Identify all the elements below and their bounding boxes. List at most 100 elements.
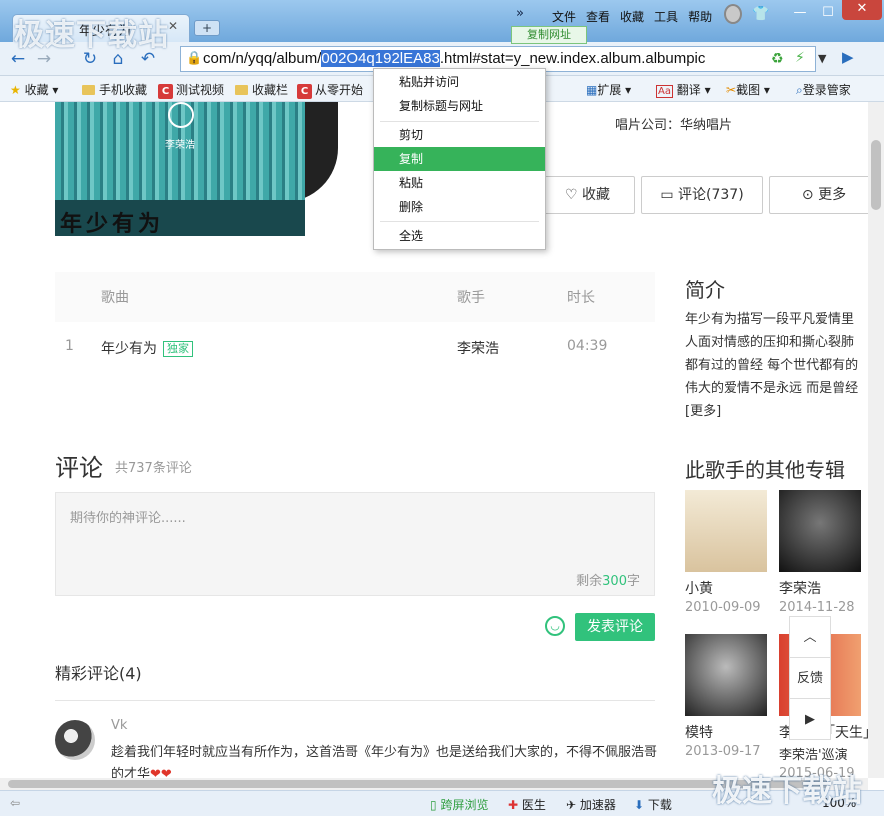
download-icon: ⬇ — [634, 798, 645, 812]
avatar[interactable] — [55, 720, 95, 760]
watermark: 极速下载站 — [712, 774, 862, 809]
collect-button[interactable]: ♡ 收藏 — [540, 176, 635, 214]
feedback-button[interactable]: 反馈 — [790, 658, 830, 699]
context-menu: 粘贴并访问 复制标题与网址 剪切 复制 粘贴 删除 全选 — [373, 68, 546, 250]
translate-button[interactable]: Aa 翻译 ▾ — [656, 81, 711, 98]
sidebar-toggle-icon[interactable]: ⇦ — [10, 796, 20, 810]
download-button[interactable]: ⬇ 下载 — [634, 796, 672, 813]
video-icon[interactable]: ▶ — [790, 699, 830, 740]
new-tab-button[interactable]: + — [194, 20, 220, 36]
more-button[interactable]: ⊙ 更多 — [769, 176, 868, 214]
menu-copy-title-url[interactable]: 复制标题与网址 — [374, 94, 545, 118]
translate-icon: Aa — [656, 85, 673, 98]
album-name[interactable]: 模特 — [685, 722, 713, 742]
remaining-chars: 剩余300字 — [576, 574, 640, 589]
menu-delete[interactable]: 删除 — [374, 195, 545, 219]
album-thumb[interactable] — [685, 634, 767, 716]
menu-copy[interactable]: 复制 — [374, 147, 545, 171]
table-row[interactable]: 年少有为 独家 — [101, 338, 193, 358]
menu-tools[interactable]: 工具 — [654, 8, 678, 25]
screenshot-button[interactable]: ✂截图 ▾ — [726, 81, 770, 98]
cover-title: 年少有为 — [60, 212, 165, 237]
scrollbar-thumb[interactable] — [871, 140, 881, 210]
extend-button[interactable]: ▦扩展 ▾ — [586, 81, 631, 98]
album-date: 2014-11-28 — [779, 600, 855, 615]
reload-green-icon[interactable]: ♻ — [771, 51, 784, 67]
comment-button[interactable]: ▭ 评论(737) — [641, 176, 763, 214]
emoji-icon[interactable]: ◡ — [545, 616, 565, 636]
c-logo-icon: C — [297, 84, 312, 99]
folder-icon — [82, 85, 95, 95]
heart-outline-icon: ♡ — [564, 187, 578, 203]
menu-cut[interactable]: 剪切 — [374, 123, 545, 147]
menu-paste-and-go[interactable]: 粘贴并访问 — [374, 70, 545, 94]
medal-icon[interactable] — [724, 4, 742, 24]
menu-file[interactable]: 文件 — [552, 8, 576, 25]
comment-text: 趁着我们年轻时就应当有所作为，这首浩哥《年少有为》也是送给我们大家的，不得不佩服… — [111, 742, 661, 778]
login-button[interactable]: ⌕登录管家 — [796, 81, 851, 98]
menu-separator — [380, 221, 539, 222]
song-index: 1 — [65, 338, 74, 354]
scissors-icon: ✂ — [726, 83, 737, 97]
go-icon[interactable]: ▶ — [842, 48, 854, 66]
search-icon: ⌕ — [796, 83, 803, 97]
menu-select-all[interactable]: 全选 — [374, 224, 545, 248]
bookmark-item[interactable]: C 测试视频 — [158, 81, 224, 99]
comment-icon: ▭ — [660, 187, 674, 203]
col-singer: 歌手 — [457, 290, 485, 306]
bookmark-item[interactable]: C 从零开始 — [297, 81, 363, 99]
url-text[interactable]: com/n/yqq/album/002O4q192lEA83.html#stat… — [203, 50, 705, 67]
copy-url-button[interactable]: 复制网址 — [511, 26, 587, 44]
menu-paste[interactable]: 粘贴 — [374, 171, 545, 195]
grid-icon: ▦ — [586, 83, 598, 97]
album-name[interactable]: 小黄 — [685, 578, 713, 598]
play-circle-icon[interactable] — [168, 102, 194, 128]
watermark: 极速下载站 — [14, 18, 169, 53]
skin-icon[interactable]: 👕 — [752, 6, 769, 22]
more-icon[interactable]: » — [516, 6, 524, 21]
accelerator-button[interactable]: ✈ 加速器 — [566, 796, 616, 813]
more-dots-icon: ⊙ — [801, 187, 814, 203]
favorites-button[interactable]: ★ 收藏 ▾ — [10, 81, 58, 98]
comments-title: 评论 — [55, 454, 103, 482]
intro-title: 简介 — [685, 278, 725, 302]
song-duration: 04:39 — [567, 338, 608, 354]
menu-favorites[interactable]: 收藏 — [620, 8, 644, 25]
album-date: 2010-09-09 — [685, 600, 761, 615]
minimize-button[interactable]: — — [786, 4, 814, 24]
intro-text: 年少有为描写一段平凡爱情里 人面对情感的压抑和撕心裂肺 都有过的曾经 每个世代都… — [685, 312, 859, 419]
post-comment-button[interactable]: 发表评论 — [575, 613, 655, 641]
close-window-button[interactable]: ✕ — [842, 0, 882, 20]
album-thumb[interactable] — [779, 490, 861, 572]
tab-close-icon[interactable]: ✕ — [168, 19, 178, 33]
comment-input[interactable]: 期待你的神评论...... 剩余300字 — [55, 492, 655, 596]
album-name[interactable]: 李荣浩 — [779, 578, 821, 598]
star-icon: ★ — [10, 83, 21, 97]
other-albums-title: 此歌手的其他专辑 — [685, 458, 845, 482]
rocket-icon: ✈ — [566, 798, 577, 812]
bookmark-item[interactable]: 收藏栏 — [235, 81, 288, 98]
menu-help[interactable]: 帮助 — [688, 8, 712, 25]
col-duration: 时长 — [567, 290, 595, 306]
bookmark-item[interactable]: 手机收藏 — [82, 81, 147, 98]
back-to-top-icon[interactable]: ︿ — [790, 617, 830, 658]
dropdown-icon[interactable]: ▼ — [818, 52, 826, 65]
menu-separator — [380, 121, 539, 122]
lightning-icon[interactable]: ⚡ — [795, 50, 805, 66]
cross-screen-button[interactable]: ▯ 跨屏浏览 — [430, 796, 488, 813]
album-thumb[interactable] — [685, 490, 767, 572]
album-date: 李荣浩'巡演 — [779, 748, 848, 763]
floating-toolbar: ︿ 反馈 ▶ — [789, 616, 831, 740]
song-table: 歌曲 歌手 时长 1 年少有为 独家 李荣浩 04:39 — [55, 272, 655, 382]
lock-icon: 🔒 — [186, 51, 203, 66]
song-artist[interactable]: 李荣浩 — [457, 338, 499, 358]
menu-view[interactable]: 查看 — [586, 8, 610, 25]
cover-caption: 李荣浩 — [165, 140, 195, 151]
maximize-button[interactable]: ☐ — [814, 4, 842, 24]
hscrollbar-thumb[interactable] — [8, 780, 828, 788]
exclusive-badge: 独家 — [163, 341, 193, 357]
comment-user[interactable]: Vk — [111, 718, 127, 733]
featured-comments-title: 精彩评论(4) — [55, 664, 142, 683]
url-selection: 002O4q192lEA83 — [321, 50, 440, 67]
doctor-button[interactable]: ✚ 医生 — [508, 796, 546, 813]
